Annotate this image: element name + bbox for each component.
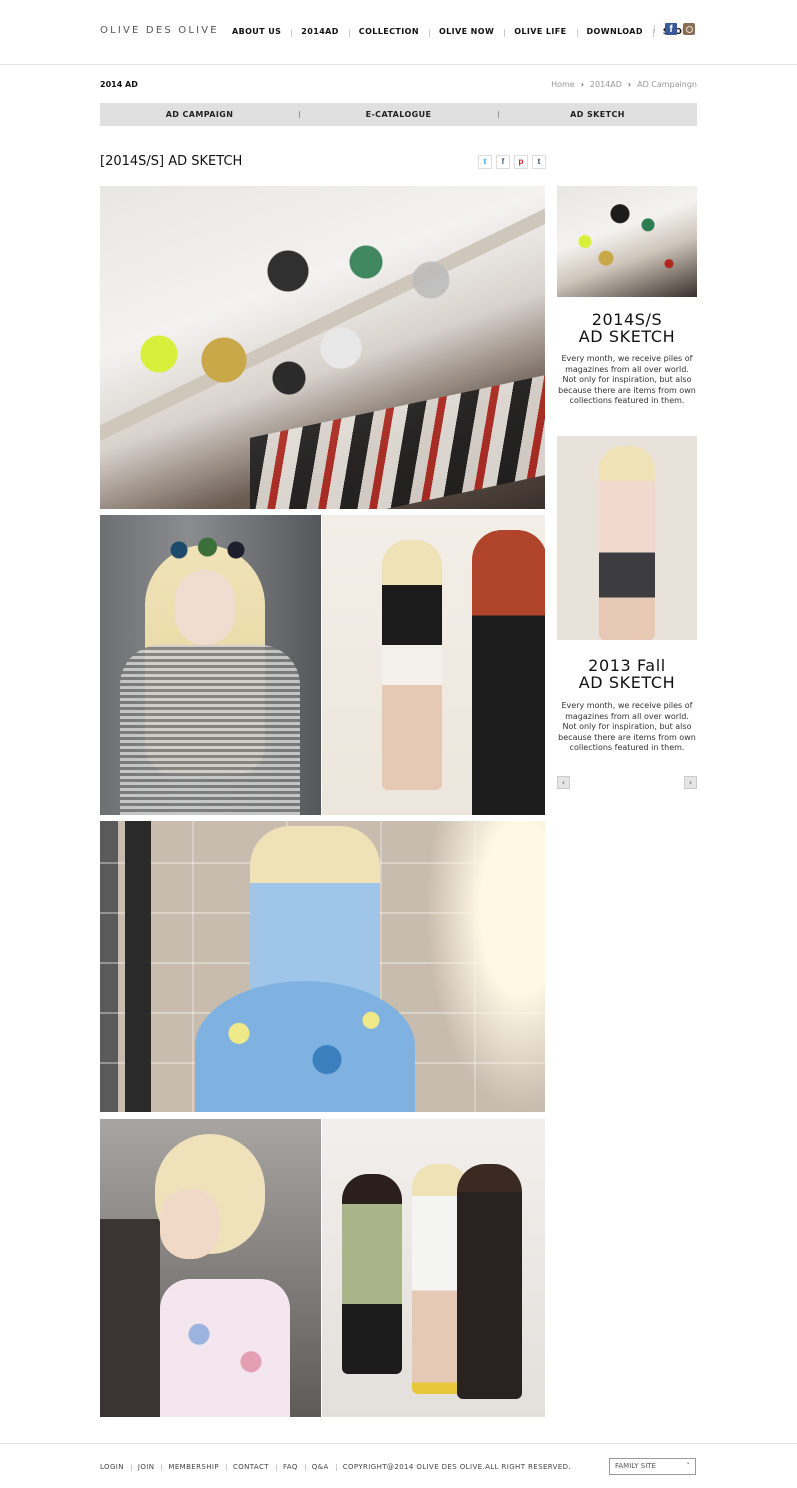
divider [654, 25, 655, 33]
sidebar-text-line: because there are items from own [558, 385, 696, 395]
site-footer: LOGIN JOIN MEMBERSHIP CONTACT FAQ Q&A CO… [0, 1443, 797, 1488]
breadcrumb-2014ad[interactable]: 2014AD [590, 80, 622, 89]
jewelry-shape [210, 226, 470, 316]
sidebar-text-line: magazines from all over world. [565, 711, 689, 721]
dress-shape [120, 645, 300, 815]
section-label: 2014 AD [100, 80, 138, 89]
tumblr-icon[interactable]: t [532, 155, 546, 169]
footer-link-contact[interactable]: CONTACT [225, 1463, 276, 1471]
facebook-icon[interactable]: f [665, 23, 677, 35]
stylist-shape [342, 1174, 402, 1374]
sidebar-title-line: 2013 Fall [588, 656, 666, 675]
nav-item-collection[interactable]: COLLECTION [348, 27, 429, 37]
nav-item-olive-life[interactable]: OLIVE LIFE [504, 27, 576, 37]
instagram-icon[interactable] [683, 23, 695, 35]
copyright-text: COPYRIGHT@2014 OLIVE DES OLIVE.ALL RIGHT… [335, 1463, 578, 1471]
photo-makeup-session [100, 1119, 321, 1417]
footer-link-membership[interactable]: MEMBERSHIP [161, 1463, 226, 1471]
stylist-shape [457, 1164, 522, 1399]
sidebar-title-line: 2014S/S [591, 310, 663, 329]
main-nav: ABOUT US 2014AD COLLECTION OLIVE NOW OLI… [222, 25, 705, 37]
sidebar-text-line: Every month, we receive piles of [561, 701, 693, 710]
footer-links: LOGIN JOIN MEMBERSHIP CONTACT FAQ Q&A CO… [100, 1463, 578, 1471]
tab-ad-sketch[interactable]: AD SKETCH [498, 103, 697, 126]
twitter-icon[interactable]: t [478, 155, 492, 169]
face-shape [175, 570, 235, 645]
sidebar-text-line: collections featured in them. [569, 396, 685, 405]
sidebar-text-line: Not only for inspiration, but also [562, 375, 692, 384]
model-shape [599, 446, 655, 640]
jewelry-shape [557, 186, 697, 297]
breadcrumb: Home › 2014AD › AD Campaingn [551, 80, 697, 89]
skirt-shape [195, 981, 415, 1112]
nav-item-about-us[interactable]: ABOUT US [222, 27, 291, 36]
sidebar-text-line: Not only for inspiration, but also [562, 722, 692, 731]
chevron-left-icon[interactable]: ‹ [557, 776, 570, 789]
jewelry-shape [120, 306, 380, 426]
page-title: [2014S/S] AD SKETCH [100, 154, 243, 169]
footer-link-faq[interactable]: FAQ [275, 1463, 305, 1471]
photo-styling-team [322, 1119, 545, 1417]
photo-floral-dress [100, 821, 545, 1112]
pinterest-icon[interactable]: p [514, 155, 528, 169]
sidebar-card-text: Every month, we receive piles of magazin… [557, 701, 697, 754]
flower-crown-shape [160, 535, 255, 565]
arm-shape [100, 1219, 160, 1417]
sub-tab-bar: AD CAMPAIGN E-CATALOGUE AD SKETCH [100, 103, 697, 126]
sidebar-card-text: Every month, we receive piles of magazin… [557, 354, 697, 407]
sidebar-text-line: Every month, we receive piles of [561, 354, 693, 363]
chevron-right-icon: › [580, 80, 584, 89]
chevron-right-icon: › [627, 80, 632, 89]
face-shape [160, 1189, 220, 1259]
sidebar-text-line: collections featured in them. [569, 743, 685, 752]
breadcrumb-home[interactable]: Home [551, 80, 575, 89]
brand-logo[interactable]: OLIVE DES OLIVE [100, 25, 219, 36]
photo-studio-shoot [322, 515, 545, 815]
photographer-shape [472, 530, 545, 815]
breadcrumb-current: AD Campaingn [637, 80, 697, 89]
sidebar-text-line: magazines from all over world. [565, 364, 689, 374]
light-shape [425, 821, 545, 1112]
site-header: OLIVE DES OLIVE ABOUT US 2014AD COLLECTI… [0, 0, 797, 65]
header-social: f [654, 23, 695, 35]
tab-ad-campaign[interactable]: AD CAMPAIGN [100, 103, 299, 126]
sidebar-title-line: AD SKETCH [578, 327, 676, 346]
nav-item-olive-now[interactable]: OLIVE NOW [428, 27, 504, 37]
sidebar-thumb-2014ss[interactable] [557, 186, 697, 297]
photo-jewelry-shelf [100, 186, 545, 509]
family-site-select[interactable]: FAMILY SITE ˅ [609, 1458, 696, 1475]
sidebar-title-line: AD SKETCH [578, 673, 676, 692]
dress-shape [160, 1279, 290, 1417]
sidebar-text-line: because there are items from own [558, 732, 696, 742]
chevron-right-icon[interactable]: › [684, 776, 697, 789]
footer-link-login[interactable]: LOGIN [100, 1463, 131, 1471]
photo-model-portrait [100, 515, 321, 815]
pole-shape [125, 821, 151, 1112]
footer-link-qna[interactable]: Q&A [304, 1463, 336, 1471]
sidebar-card-title[interactable]: 2014S/S AD SKETCH [557, 311, 697, 345]
model-shape [382, 540, 442, 790]
nav-item-download[interactable]: DOWNLOAD [576, 27, 653, 37]
nav-item-2014ad[interactable]: 2014AD [291, 27, 349, 37]
share-buttons: t f p t [478, 155, 546, 169]
tab-e-catalogue[interactable]: E-CATALOGUE [299, 103, 498, 126]
footer-link-join[interactable]: JOIN [130, 1463, 161, 1471]
family-site-label: FAMILY SITE [615, 1462, 656, 1470]
facebook-icon[interactable]: f [496, 155, 510, 169]
sidebar-thumb-2013fall[interactable] [557, 436, 697, 640]
chevron-down-icon: ˅ [686, 1462, 691, 1470]
sidebar-card-title[interactable]: 2013 Fall AD SKETCH [557, 657, 697, 691]
